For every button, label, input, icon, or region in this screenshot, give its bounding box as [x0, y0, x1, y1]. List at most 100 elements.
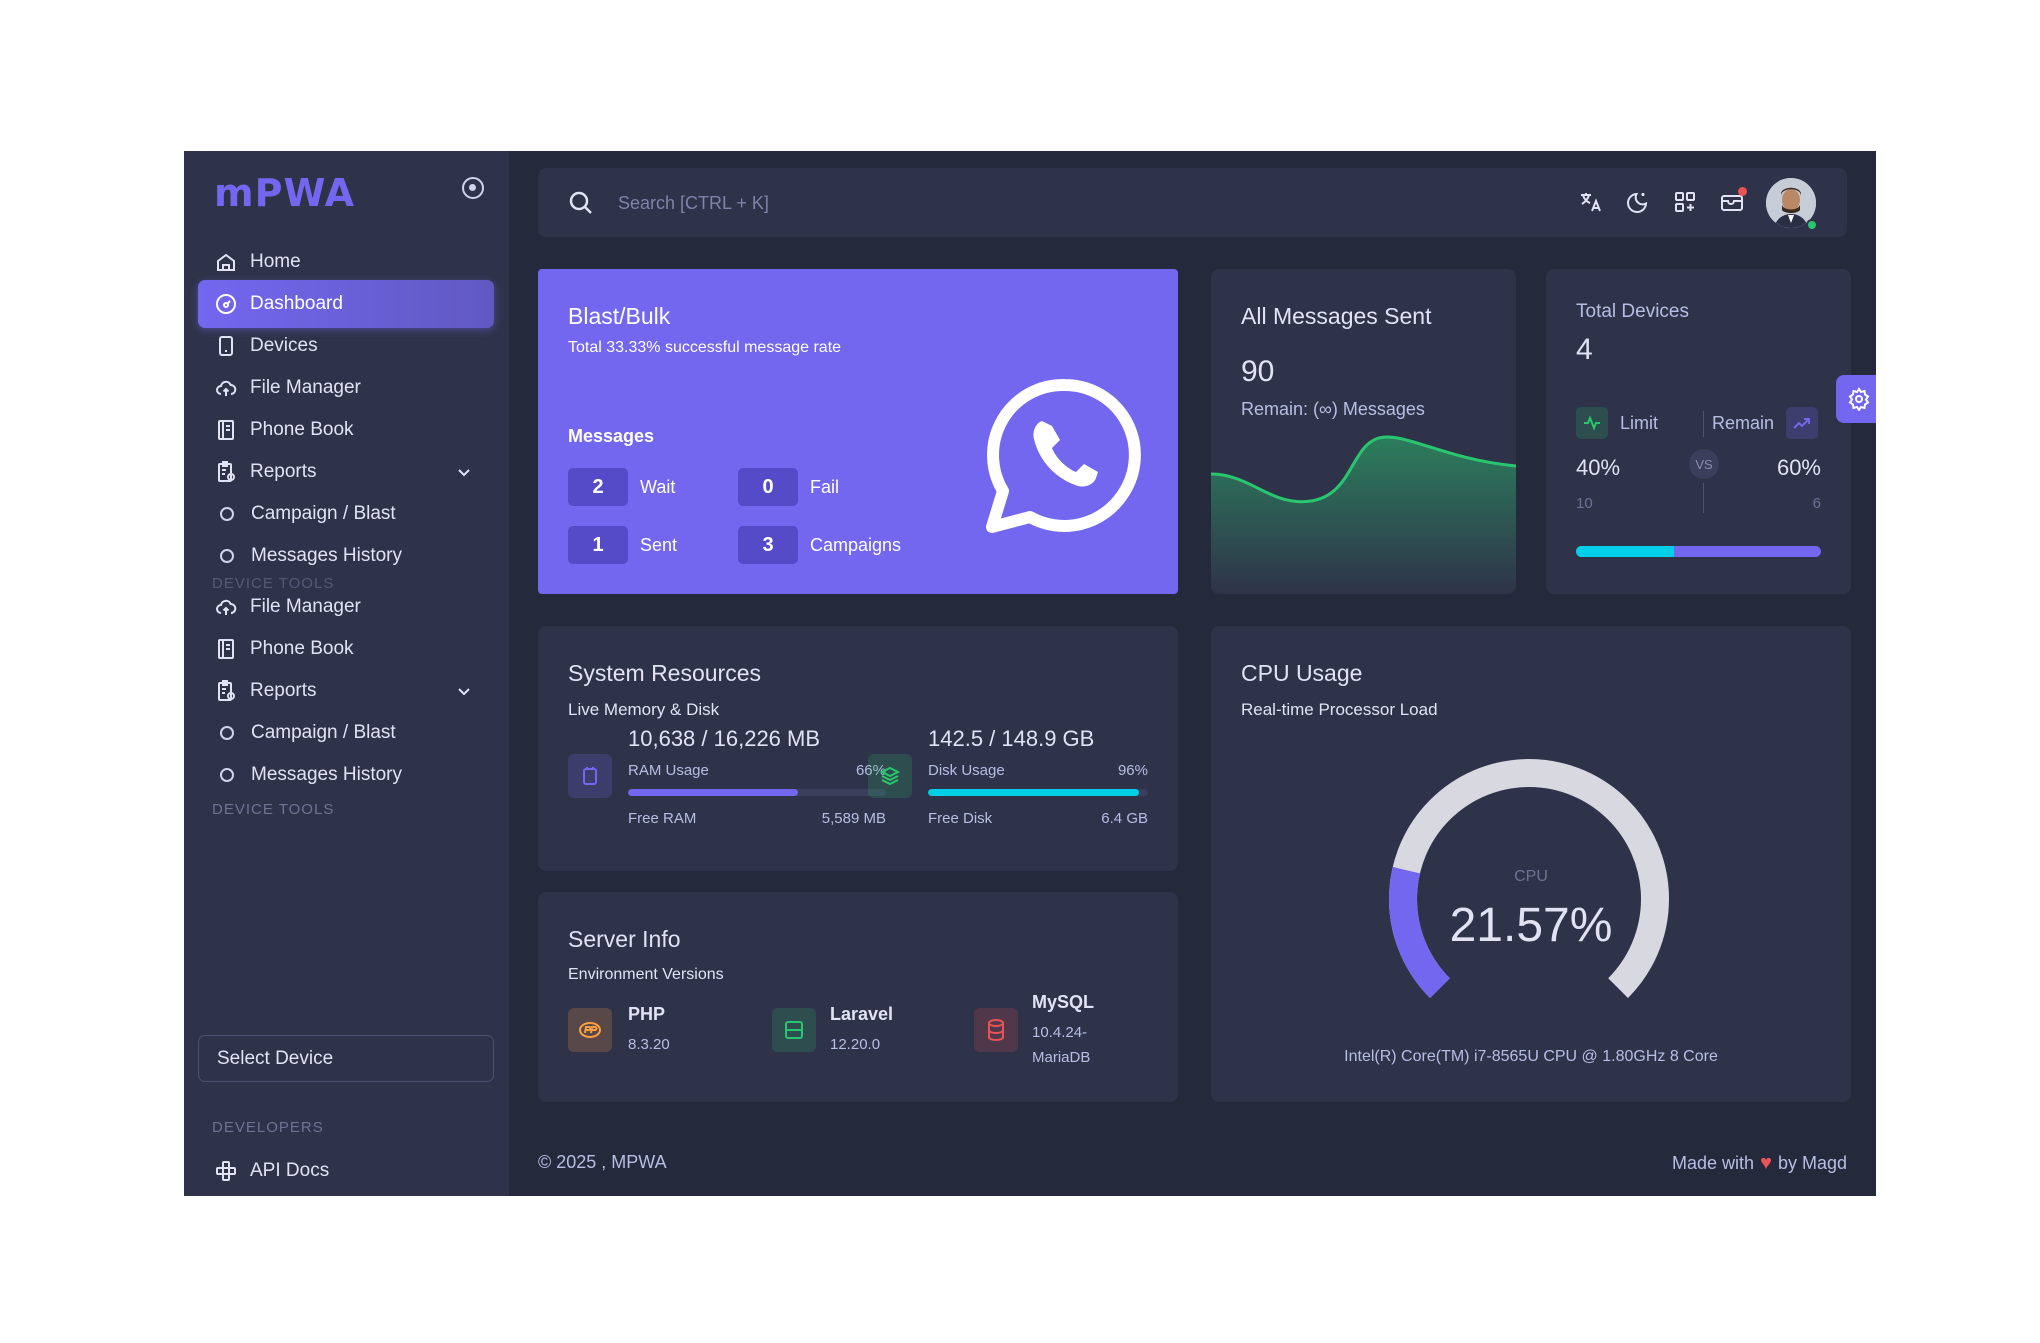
shortcuts-icon[interactable]: [1672, 189, 1698, 215]
stat-wait: 2 Wait: [568, 468, 675, 506]
footer-by[interactable]: by Magd: [1778, 1153, 1847, 1174]
php-name: PHP: [628, 1004, 666, 1024]
sidebar-item-label: Reports: [250, 680, 317, 701]
device-icon: [214, 334, 238, 358]
stat-sent: 1 Sent: [568, 526, 677, 564]
section-label-developers: DEVELOPERS: [212, 1119, 324, 1136]
sidebar: mPWA Home Dashboard Devices File Manager…: [184, 151, 509, 1196]
sidebar-item-file-manager[interactable]: File Manager: [198, 364, 494, 412]
cpu-model-caption: Intel(R) Core(TM) i7-8565U CPU @ 1.80GHz…: [1344, 1048, 1718, 1065]
vs-badge: VS: [1689, 449, 1719, 479]
disk-label: Disk Usage: [928, 762, 1005, 779]
laravel-icon: [772, 1008, 816, 1052]
remain-label: Remain: [1712, 412, 1775, 433]
php-version: 8.3.20: [628, 1036, 670, 1053]
select-device-dropdown[interactable]: Select Device: [198, 1035, 494, 1082]
free-ram-label: Free RAM: [628, 810, 697, 827]
ram-progress-fill: [628, 789, 799, 796]
sidebar-toggle-icon[interactable]: [462, 177, 484, 199]
cpu-gauge-label: CPU: [1514, 868, 1548, 885]
sidebar-item-label: Campaign / Blast: [251, 722, 396, 743]
limit-count: 10: [1576, 495, 1593, 512]
sidebar-item-label: Messages History: [251, 545, 402, 566]
translate-icon[interactable]: [1578, 189, 1604, 215]
app-logo[interactable]: mPWA: [214, 171, 355, 215]
stat-value: 3: [738, 526, 798, 564]
messages-remain: Remain: (∞) Messages: [1241, 399, 1425, 419]
phonebook-icon: [214, 637, 238, 661]
search-input[interactable]: [618, 186, 1118, 220]
total-devices-value: 4: [1576, 333, 1593, 366]
mysql-name: MySQL: [1032, 992, 1095, 1012]
sidebar-item-messages-history-2[interactable]: Messages History: [198, 751, 494, 799]
disk-layers-icon: [868, 754, 912, 798]
remain-row: Remain: [1712, 407, 1819, 439]
search-icon[interactable]: [568, 190, 594, 216]
limit-label: Limit: [1620, 412, 1659, 433]
sidebar-item-home[interactable]: Home: [198, 238, 494, 286]
sidebar-item-reports[interactable]: Reports: [198, 448, 494, 496]
notification-badge: [1738, 187, 1747, 196]
memory-icon: [568, 754, 612, 798]
limit-row: Limit: [1576, 407, 1658, 439]
blast-bulk-card: Blast/Bulk Total 33.33% successful messa…: [538, 269, 1178, 594]
database-icon: [974, 1008, 1018, 1052]
sidebar-item-file-manager-2[interactable]: File Manager: [198, 583, 494, 631]
remain-count: 6: [1812, 495, 1821, 512]
sidebar-item-messages-history[interactable]: Messages History: [198, 532, 494, 580]
messages-sent-value: 90: [1241, 355, 1275, 388]
php-icon: [568, 1008, 612, 1052]
sidebar-item-label: Home: [250, 251, 301, 272]
card-title: Server Info: [568, 926, 681, 952]
card-subtitle: Live Memory & Disk: [568, 700, 720, 719]
mysql-version-line2: MariaDB: [1032, 1049, 1091, 1066]
sidebar-item-phone-book[interactable]: Phone Book: [198, 406, 494, 454]
dashboard-icon: [214, 292, 238, 316]
stat-label: Campaigns: [810, 534, 902, 555]
cloud-upload-icon: [214, 595, 238, 619]
laravel-name: Laravel: [830, 1004, 894, 1024]
stat-value: 1: [568, 526, 628, 564]
online-status-dot: [1806, 219, 1818, 231]
remain-percent: 60%: [1776, 455, 1821, 480]
circle-icon: [220, 768, 234, 782]
chevron-down-icon: [458, 688, 470, 696]
sidebar-item-label: Dashboard: [250, 293, 343, 314]
server-info-card: Server Info Environment Versions PHP 8.3…: [538, 892, 1178, 1102]
sidebar-item-label: Devices: [250, 335, 318, 356]
card-subtitle: Environment Versions: [568, 966, 724, 983]
system-resources-card: System Resources Live Memory & Disk 10,6…: [538, 626, 1178, 871]
limit-percent: 40%: [1576, 455, 1621, 480]
circle-icon: [220, 507, 234, 521]
cpu-gauge-value: 21.57%: [1449, 899, 1613, 952]
card-title: Blast/Bulk: [568, 303, 671, 329]
circle-icon: [220, 726, 234, 740]
logo-text: mPWA: [214, 171, 356, 215]
sidebar-item-campaign-blast-2[interactable]: Campaign / Blast: [198, 709, 494, 757]
messages-sparkline: [1211, 435, 1516, 594]
free-disk-label: Free Disk: [928, 810, 993, 827]
stat-value: 0: [738, 468, 798, 506]
sidebar-item-campaign-blast[interactable]: Campaign / Blast: [198, 490, 494, 538]
messages-label: Messages: [568, 426, 655, 446]
sidebar-item-label: Campaign / Blast: [251, 503, 396, 524]
sidebar-item-api-docs[interactable]: API Docs: [198, 1147, 494, 1195]
sidebar-item-devices[interactable]: Devices: [198, 322, 494, 370]
cloud-upload-icon: [214, 376, 238, 400]
cpu-usage-card: CPU Usage Real-time Processor Load CPU 2…: [1211, 626, 1851, 1102]
notifications-icon[interactable]: [1719, 187, 1747, 215]
disk-percent: 96%: [1117, 762, 1148, 779]
sidebar-item-dashboard[interactable]: Dashboard: [198, 280, 494, 328]
dark-mode-icon[interactable]: [1625, 189, 1651, 215]
whatsapp-icon: [986, 378, 1141, 533]
sidebar-item-phone-book-2[interactable]: Phone Book: [198, 625, 494, 673]
divider: [1703, 483, 1704, 513]
stat-label: Fail: [810, 476, 840, 497]
ram-label: RAM Usage: [628, 762, 709, 779]
sidebar-item-reports-2[interactable]: Reports: [198, 667, 494, 715]
circle-icon: [220, 549, 234, 563]
customizer-button[interactable]: [1836, 375, 1876, 423]
report-icon: [214, 679, 238, 703]
stat-value: 2: [568, 468, 628, 506]
sidebar-item-label: Reports: [250, 461, 317, 482]
